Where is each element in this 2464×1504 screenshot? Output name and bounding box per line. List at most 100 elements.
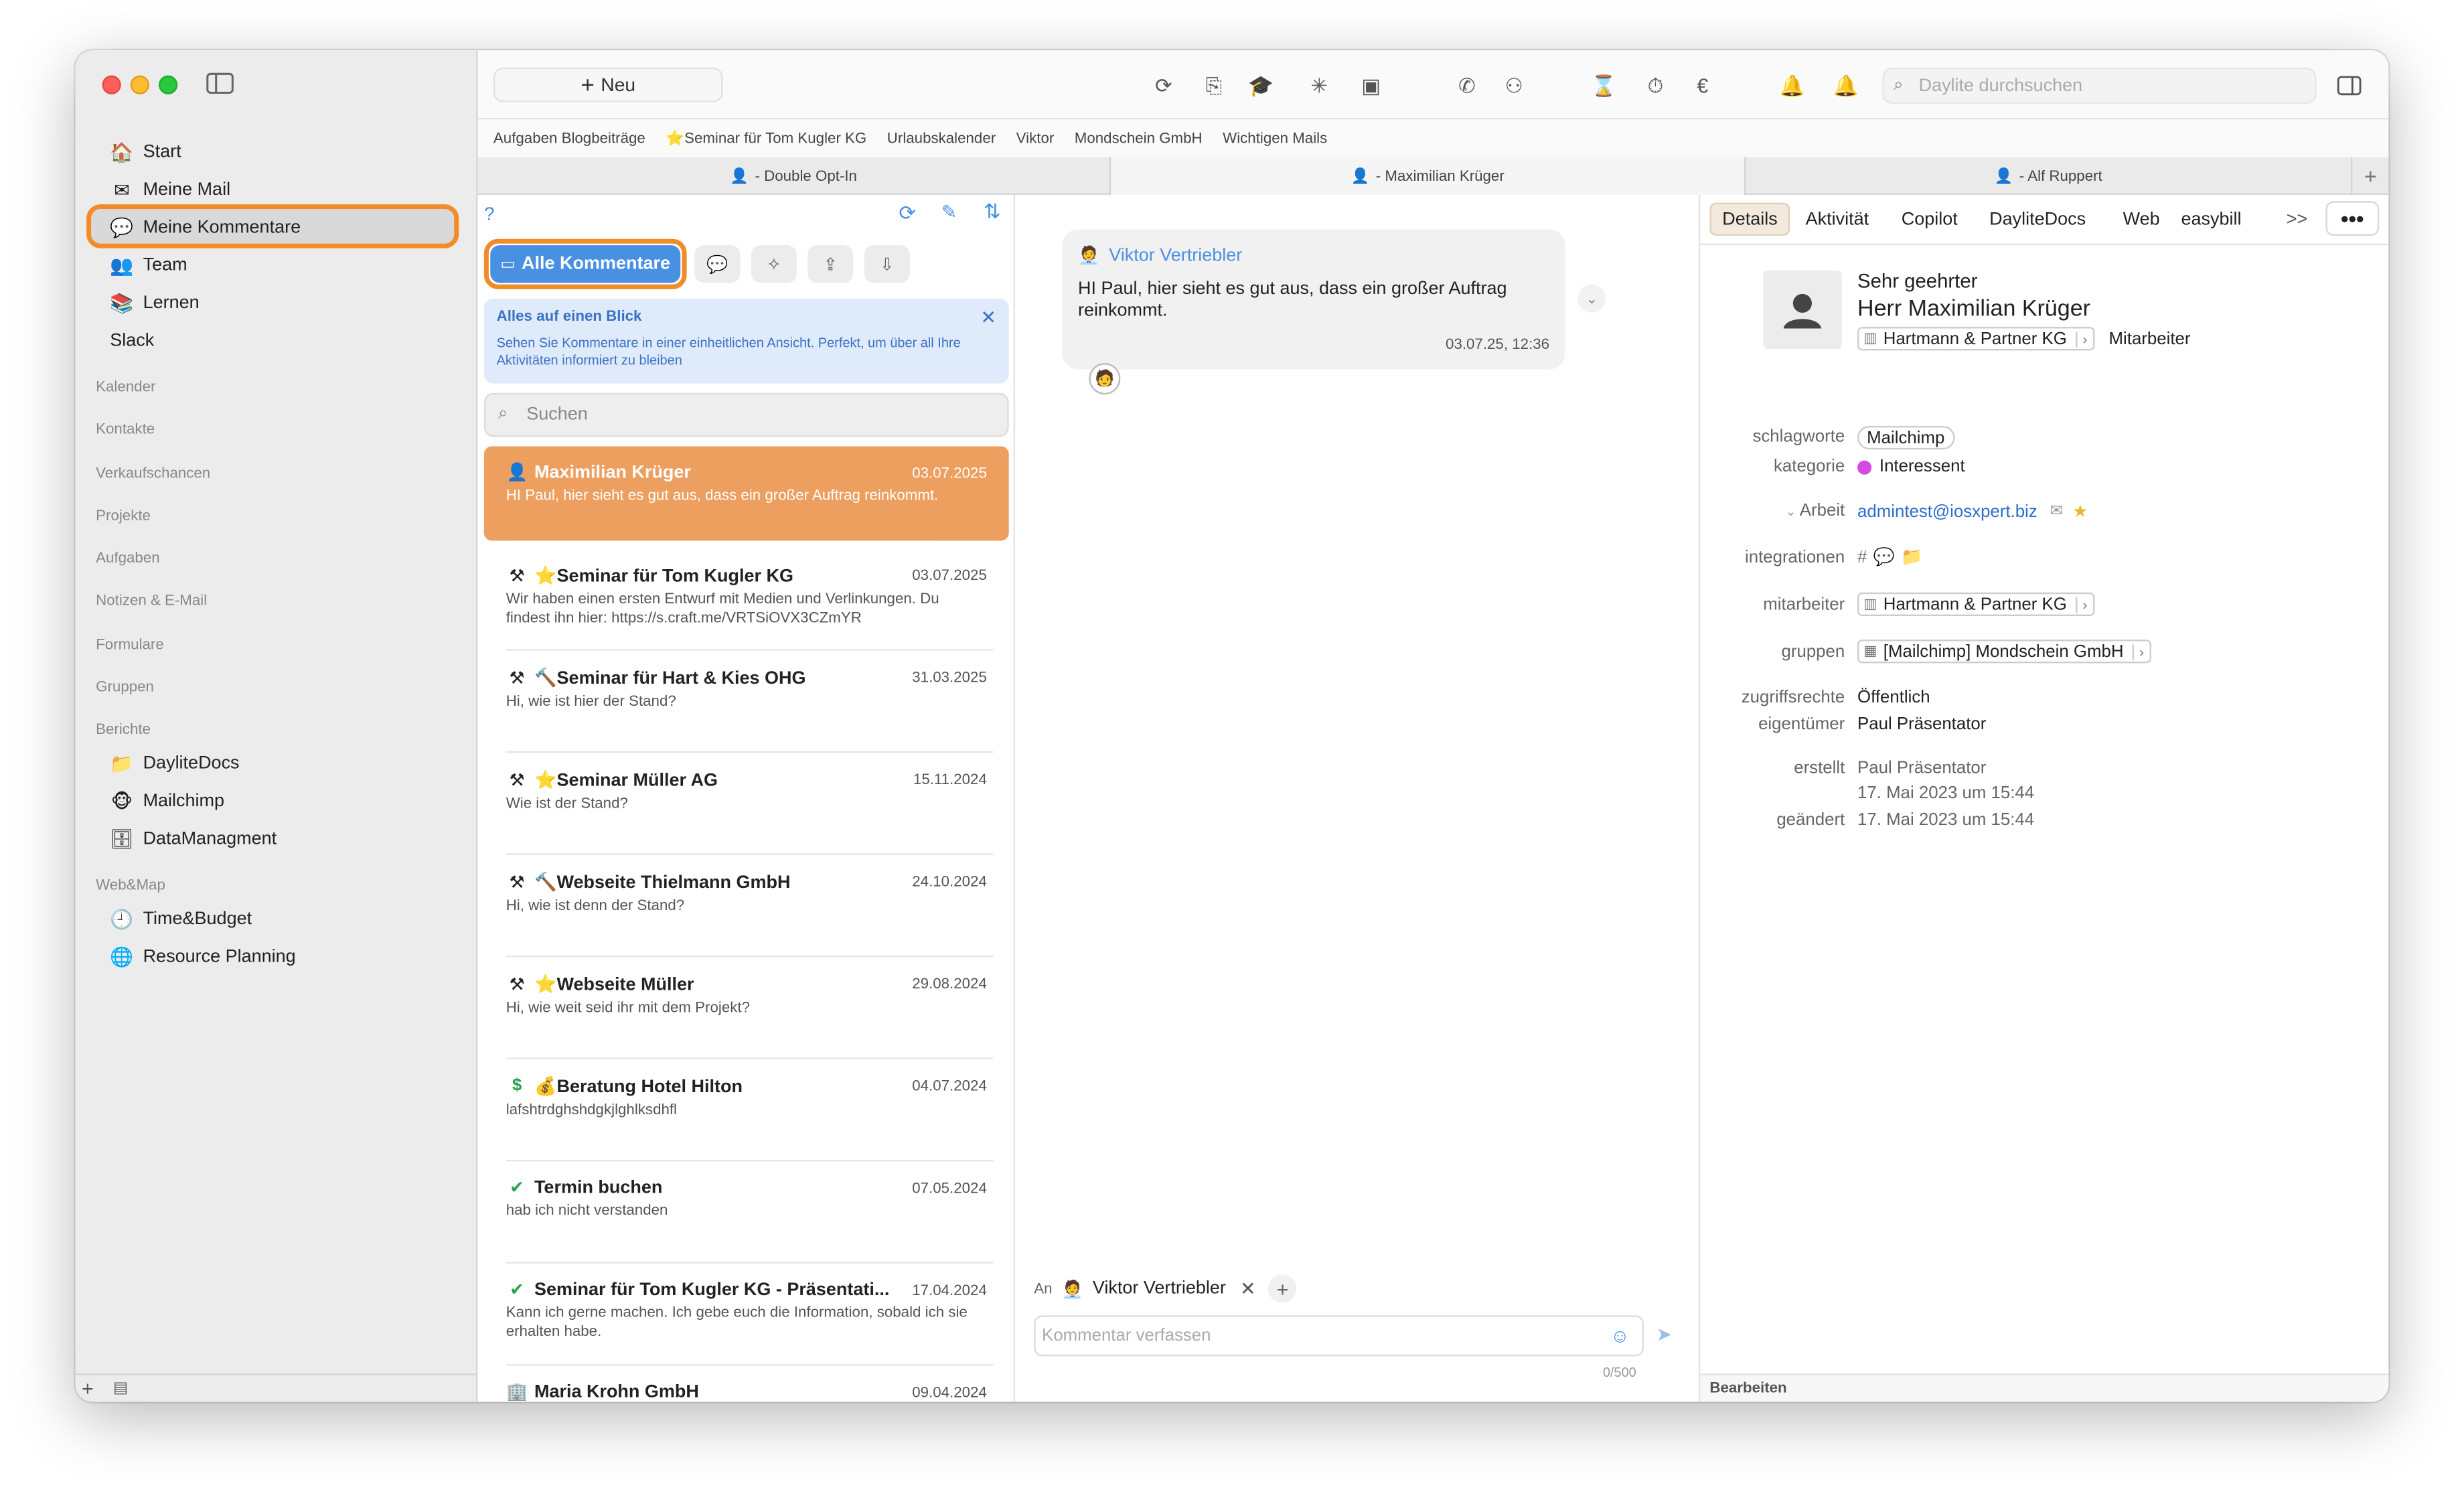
- timer-icon[interactable]: ⏱: [1642, 72, 1669, 99]
- favorite-item[interactable]: Mondschein GmbH: [1075, 130, 1203, 147]
- group-link[interactable]: ▦ [Mailchimp] Mondschein GmbH ›: [1857, 640, 2152, 664]
- sidebar-item-meine-mail[interactable]: ✉ Meine Mail: [110, 175, 230, 206]
- favorite-item[interactable]: Aufgaben Blogbeiträge: [493, 130, 645, 147]
- send-icon[interactable]: ➤: [1657, 1323, 1673, 1345]
- add-icon[interactable]: +: [82, 1377, 94, 1400]
- tab-alf-ruppert[interactable]: 👤 - Alf Ruppert: [1746, 157, 2353, 196]
- favorite-item[interactable]: Wichtigen Mails: [1223, 130, 1327, 147]
- sidebar-item-datamanagment[interactable]: 🗄 DataManagment: [110, 824, 277, 855]
- right-panel-toggle-icon[interactable]: [2335, 72, 2362, 99]
- sync-icon[interactable]: ⟳: [1150, 72, 1177, 99]
- folder-icon[interactable]: 📁: [1901, 547, 1922, 567]
- tab-overflow[interactable]: >>: [2275, 203, 2318, 236]
- sidebar-item-slack[interactable]: Slack: [110, 325, 154, 357]
- tab-daylitedocs[interactable]: DayliteDocs: [1979, 203, 2097, 236]
- slack-icon[interactable]: #: [1857, 548, 1867, 567]
- section-gruppen[interactable]: Gruppen: [96, 679, 154, 696]
- sidebar-item-resource-planning[interactable]: 🌐 Resource Planning: [110, 942, 295, 973]
- list-item[interactable]: 🏢 Maria Krohn GmbH 09.04.2024: [484, 1365, 1009, 1402]
- employer-link[interactable]: ▥ Hartmann & Partner KG ›: [1857, 592, 2096, 616]
- tab-aktivitaet[interactable]: Aktivität: [1794, 203, 1879, 236]
- favorite-item[interactable]: Urlaubskalender: [887, 130, 996, 147]
- item-date: 17.04.2024: [912, 1282, 987, 1300]
- sidebar-item-mailchimp[interactable]: 🐵 Mailchimp: [110, 785, 224, 817]
- tab-details[interactable]: Details: [1709, 202, 1790, 236]
- chevron-down-icon[interactable]: ⌄: [1577, 284, 1606, 313]
- new-button[interactable]: + Neu: [493, 67, 723, 102]
- keyword-tag[interactable]: Mailchimp: [1857, 426, 1954, 450]
- tab-easybill[interactable]: easybill: [2170, 203, 2252, 236]
- notification-bell-icon[interactable]: 🔔: [1832, 72, 1859, 99]
- list-item[interactable]: ⚒ ⭐Webseite Müller 29.08.2024 Hi, wie wei…: [484, 957, 1009, 1051]
- list-item[interactable]: ⚒ 🔨Seminar für Hart & Kies OHG 31.03.2025…: [484, 651, 1009, 745]
- filter-mention-icon[interactable]: ✧: [751, 245, 797, 283]
- link-icon[interactable]: ⎘: [1201, 72, 1227, 99]
- list-item[interactable]: ⚒ ⭐Seminar für Tom Kugler KG 03.07.2025 W…: [484, 548, 1009, 643]
- list-item[interactable]: $ 💰Beratung Hotel Hilton 04.07.2024 lafsh…: [484, 1059, 1009, 1154]
- spinner-icon[interactable]: ✳: [1306, 72, 1332, 99]
- favorite-item[interactable]: Viktor: [1016, 130, 1055, 147]
- refresh-icon[interactable]: ⟳: [899, 201, 916, 226]
- add-tab-button[interactable]: +: [2352, 157, 2388, 195]
- tab-double-opt-in[interactable]: 👤 - Double Opt-In: [477, 157, 1111, 196]
- list-item[interactable]: 👤 Maximilian Krüger 03.07.2025 HI Paul, h…: [483, 446, 1009, 541]
- more-button[interactable]: •••: [2325, 201, 2380, 236]
- sort-icon[interactable]: ⇅: [984, 200, 1001, 225]
- help-button[interactable]: ?: [484, 203, 495, 225]
- close-window-button[interactable]: [102, 75, 121, 94]
- list-search-input[interactable]: ⌕ Suchen: [483, 392, 1009, 437]
- graduation-cap-icon[interactable]: 🎓: [1247, 72, 1274, 99]
- section-webmap[interactable]: Web&Map: [96, 877, 165, 895]
- section-projekte[interactable]: Projekte: [96, 508, 151, 525]
- phone-icon[interactable]: ✆: [1454, 72, 1480, 99]
- calendar-small-icon[interactable]: ▤: [113, 1380, 128, 1398]
- comment-author[interactable]: Viktor Vertriebler: [1109, 246, 1242, 265]
- list-item[interactable]: ✔ Seminar für Tom Kugler KG - Präsentati.…: [484, 1264, 1009, 1358]
- org-chart-icon[interactable]: ⚇: [1500, 72, 1527, 99]
- add-recipient-button[interactable]: +: [1268, 1274, 1297, 1303]
- compose-icon[interactable]: ✎: [941, 201, 957, 223]
- section-verkaufschancen[interactable]: Verkaufschancen: [96, 465, 210, 483]
- section-formulare[interactable]: Formulare: [96, 636, 164, 654]
- zoom-window-button[interactable]: [159, 75, 178, 94]
- sidebar-item-daylitedocs[interactable]: 📁 DayliteDocs: [110, 748, 239, 779]
- layout-icon[interactable]: ▣: [1358, 72, 1385, 99]
- list-item[interactable]: ⚒ ⭐Seminar Müller AG 15.11.2024 Wie ist d…: [484, 753, 1009, 847]
- tab-web[interactable]: Web: [2112, 203, 2171, 236]
- comments-icon[interactable]: 💬: [1873, 547, 1895, 567]
- sidebar-item-team[interactable]: 👥 Team: [110, 250, 187, 281]
- sidebar-item-start[interactable]: 🏠 Start: [110, 137, 181, 168]
- company-link[interactable]: ▥ Hartmann & Partner KG ›: [1857, 327, 2096, 351]
- minimize-window-button[interactable]: [130, 75, 149, 94]
- filter-all-comments[interactable]: ▭ Alle Kommentare: [490, 245, 681, 283]
- comment-input[interactable]: Kommentar verfassen ☺: [1034, 1315, 1644, 1357]
- filter-inbox-icon[interactable]: ⇩: [864, 245, 910, 283]
- email-link[interactable]: admintest@iosxpert.biz: [1857, 502, 2037, 521]
- list-item[interactable]: ⚒ 🔨Webseite Thielmann GmbH 24.10.2024 Hi,…: [484, 855, 1009, 950]
- close-icon[interactable]: ✕: [980, 307, 996, 329]
- edit-button[interactable]: Bearbeiten: [1700, 1373, 2389, 1402]
- section-berichte[interactable]: Berichte: [96, 721, 151, 739]
- list-item[interactable]: ✔ Termin buchen 07.05.2024 hab ich nicht …: [484, 1161, 1009, 1256]
- remove-recipient-icon[interactable]: ✕: [1240, 1278, 1256, 1300]
- section-kalender[interactable]: Kalender: [96, 379, 155, 396]
- hourglass-icon[interactable]: ⌛: [1590, 72, 1617, 99]
- sidebar-toggle-icon[interactable]: [206, 72, 234, 94]
- favorite-item[interactable]: ⭐Seminar für Tom Kugler KG: [666, 130, 866, 147]
- tab-maximilian-krueger[interactable]: 👤 - Maximilian Krüger: [1111, 157, 1746, 196]
- bell-settings-icon[interactable]: 🔔: [1779, 72, 1806, 99]
- filter-outbox-icon[interactable]: ⇪: [807, 245, 854, 283]
- sidebar-item-meine-kommentare[interactable]: 💬 Meine Kommentare: [110, 212, 301, 244]
- section-kontakte[interactable]: Kontakte: [96, 421, 155, 439]
- global-search-input[interactable]: ⌕ Daylite durchsuchen: [1882, 67, 2317, 104]
- sidebar-item-timebudget[interactable]: 🕘 Time&Budget: [110, 903, 252, 935]
- tab-copilot[interactable]: Copilot: [1890, 203, 1969, 236]
- section-notizen[interactable]: Notizen & E-Mail: [96, 593, 207, 610]
- section-aufgaben[interactable]: Aufgaben: [96, 550, 159, 567]
- euro-icon[interactable]: €: [1689, 72, 1716, 99]
- mail-icon[interactable]: ✉: [2050, 503, 2064, 520]
- star-icon[interactable]: ★: [2072, 502, 2088, 522]
- filter-comment-icon[interactable]: 💬: [694, 245, 741, 283]
- sidebar-item-lernen[interactable]: 📚 Lernen: [110, 287, 199, 319]
- emoji-icon[interactable]: ☺: [1610, 1325, 1630, 1347]
